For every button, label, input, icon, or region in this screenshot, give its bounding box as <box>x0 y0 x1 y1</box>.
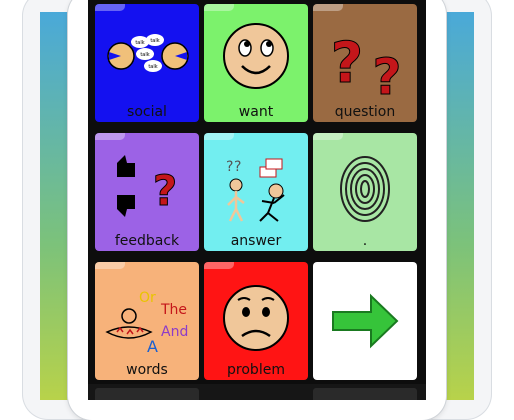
thumbs-up-down-icon: ? <box>117 155 178 217</box>
tile-want[interactable]: want <box>204 4 308 122</box>
word-and: And <box>161 324 188 340</box>
people-answer-icon: ? ? <box>226 158 285 222</box>
tile-label: question <box>334 104 396 120</box>
tile-social[interactable]: talk talk talk talk social <box>95 4 199 122</box>
toolbar-button[interactable] <box>313 388 417 400</box>
smiley-face-icon <box>223 23 289 89</box>
arrow-right-icon <box>332 293 399 349</box>
words-icon: Or The And A <box>105 290 188 356</box>
tile-next-page[interactable] <box>313 262 417 380</box>
tile-label: . <box>362 233 368 249</box>
tile-label: words <box>126 362 168 378</box>
tile-label: problem <box>227 362 285 378</box>
word-or: Or <box>139 290 156 306</box>
tile-answer[interactable]: ? ? answer <box>204 133 308 251</box>
background-screen-right <box>444 12 474 400</box>
question-mark: ? <box>331 31 363 96</box>
worried-face-icon <box>223 285 289 351</box>
question-mark: ? <box>372 48 401 104</box>
talk-text: talk <box>140 52 149 58</box>
word-the: The <box>160 302 187 318</box>
tile-question[interactable]: ? ? question <box>313 4 417 122</box>
talk-text: talk <box>150 38 159 44</box>
fingerprint-icon <box>340 156 390 222</box>
tile-problem[interactable]: problem <box>204 262 308 380</box>
question-mark: ? <box>226 159 233 175</box>
tile-label: feedback <box>114 233 180 249</box>
tile-period[interactable]: . <box>313 133 417 251</box>
question-mark: ? <box>153 166 177 215</box>
question-marks-icon: ? ? <box>330 31 402 105</box>
toolbar-button[interactable] <box>95 388 199 400</box>
tile-feedback[interactable]: ? feedback <box>95 133 199 251</box>
aac-screen: talk talk talk talk social want ? ? ques… <box>88 0 426 400</box>
talk-text: talk <box>148 64 157 70</box>
word-a: A <box>147 337 158 356</box>
talk-text: talk <box>135 40 144 46</box>
tile-label: social <box>127 104 167 120</box>
question-mark: ? <box>234 159 241 175</box>
background-screen-left <box>40 12 70 400</box>
people-talking-icon: talk talk talk talk <box>107 34 189 72</box>
tile-label: want <box>238 104 274 120</box>
tile-words[interactable]: Or The And A words <box>95 262 199 380</box>
tile-label: answer <box>230 233 282 249</box>
